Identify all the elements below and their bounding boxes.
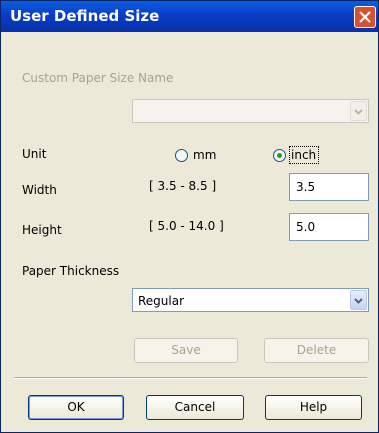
custom-paper-size-name-combo[interactable] (132, 99, 369, 123)
ok-button[interactable]: OK (28, 395, 124, 420)
close-icon (359, 11, 371, 23)
separator (14, 377, 367, 379)
paper-thickness-value: Regular (138, 294, 185, 308)
custom-paper-size-name-label: Custom Paper Size Name (22, 71, 174, 85)
height-label: Height (22, 223, 62, 237)
width-range: [ 3.5 - 8.5 ] (149, 179, 217, 193)
chevron-down-icon (354, 298, 363, 304)
save-button[interactable]: Save (134, 338, 238, 363)
window-title: User Defined Size (10, 7, 160, 25)
height-input[interactable]: 5.0 (289, 213, 369, 241)
paper-thickness-dropdown-button[interactable] (350, 290, 367, 310)
help-button[interactable]: Help (265, 395, 362, 420)
height-range: [ 5.0 - 14.0 ] (149, 219, 224, 233)
unit-mm-label[interactable]: mm (193, 148, 216, 162)
paper-thickness-label: Paper Thickness (22, 264, 120, 278)
user-defined-size-dialog: User Defined Size Custom Paper Size Name… (0, 0, 379, 433)
title-bar[interactable]: User Defined Size (1, 1, 378, 32)
width-input[interactable]: 3.5 (289, 173, 369, 201)
unit-mm-radio[interactable] (175, 149, 188, 162)
close-button[interactable] (354, 6, 376, 28)
delete-button[interactable]: Delete (264, 338, 369, 363)
unit-inch-label[interactable]: inch (291, 148, 316, 162)
chevron-down-icon (354, 109, 363, 115)
custom-name-dropdown-button[interactable] (350, 101, 367, 121)
cancel-button[interactable]: Cancel (146, 395, 244, 420)
width-value: 3.5 (296, 180, 316, 194)
width-label: Width (22, 183, 57, 197)
height-value: 5.0 (296, 220, 316, 234)
unit-inch-radio[interactable] (273, 149, 286, 162)
paper-thickness-select[interactable]: Regular (132, 288, 369, 312)
unit-label: Unit (22, 147, 47, 161)
